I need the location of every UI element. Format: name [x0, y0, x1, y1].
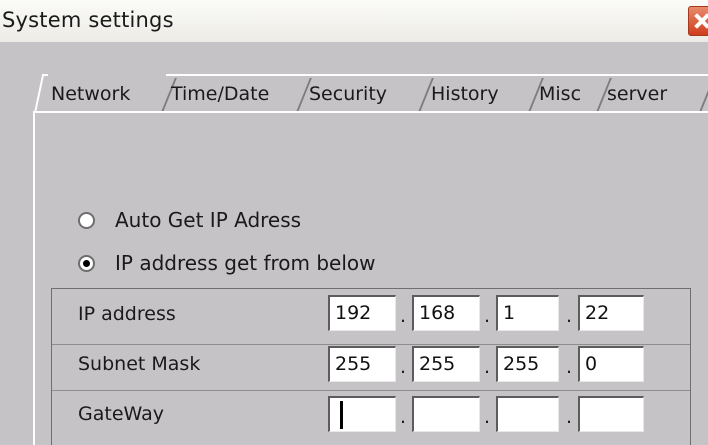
tab-label: History	[431, 83, 499, 105]
ip-address-octet-4[interactable]: 22	[578, 295, 644, 331]
subnet-mask-octet-1[interactable]: 255	[328, 346, 396, 382]
row-divider	[52, 344, 690, 345]
window-title: System settings	[2, 8, 174, 32]
tab-label: Time/Date	[171, 83, 270, 105]
gateway-octet-1[interactable]	[328, 396, 396, 432]
gateway-octet-4[interactable]	[578, 396, 644, 432]
octet-separator: .	[566, 406, 573, 428]
subnet-mask-label: Subnet Mask	[78, 353, 201, 375]
octet-separator: .	[566, 356, 573, 378]
radio-label: IP address get from below	[115, 251, 376, 275]
tab-label: Security	[309, 83, 388, 105]
ip-address-label: IP address	[78, 303, 176, 325]
octet-separator: .	[484, 305, 491, 327]
close-icon[interactable]	[688, 6, 708, 36]
tab-security[interactable]: Security	[306, 74, 434, 112]
octet-separator: .	[484, 356, 491, 378]
tab-time-date[interactable]: Time/Date	[168, 74, 312, 112]
octet-separator: .	[400, 356, 407, 378]
octet-separator: .	[400, 305, 407, 327]
tab-server[interactable]: server	[604, 74, 708, 112]
gateway-octet-3[interactable]	[496, 396, 559, 432]
radio-checked-icon[interactable]	[78, 254, 95, 272]
tab-label: Network	[51, 83, 131, 105]
octet-separator: .	[484, 406, 491, 428]
radio-label: Auto Get IP Adress	[115, 208, 302, 232]
octet-separator: .	[566, 305, 573, 327]
tab-label: Misc	[539, 83, 582, 105]
row-divider	[52, 390, 690, 391]
tab-label: server	[607, 83, 668, 105]
text-cursor	[340, 401, 343, 429]
subnet-mask-octet-4[interactable]: 0	[578, 346, 644, 382]
radio-unchecked-icon[interactable]	[78, 211, 95, 229]
gateway-label: GateWay	[78, 403, 164, 425]
radio-auto-ip[interactable]: Auto Get IP Adress	[78, 205, 301, 235]
tab-history[interactable]: History	[428, 74, 544, 112]
tab-network[interactable]: Network	[48, 74, 177, 112]
subnet-mask-octet-3[interactable]: 255	[496, 346, 559, 382]
ip-address-octet-2[interactable]: 168	[412, 295, 480, 331]
ip-address-octet-1[interactable]: 192	[328, 295, 396, 331]
ip-address-octet-3[interactable]: 1	[496, 295, 559, 331]
octet-separator: .	[400, 406, 407, 428]
tab-misc[interactable]: Misc	[536, 74, 612, 112]
gateway-octet-2[interactable]	[412, 396, 480, 432]
subnet-mask-octet-2[interactable]: 255	[412, 346, 480, 382]
title-bar: System settings	[0, 0, 708, 42]
radio-manual-ip[interactable]: IP address get from below	[78, 248, 376, 278]
